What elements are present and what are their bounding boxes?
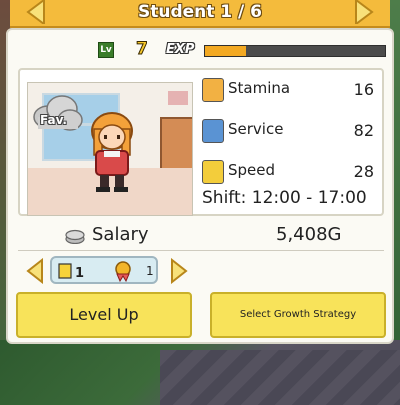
stat-value: 28: [353, 162, 374, 181]
student-card: Fav. Stamina 16 Service 82 Speed 28 Shif…: [18, 68, 384, 216]
background-road: [160, 350, 400, 405]
exp-bar-fill: [205, 46, 247, 56]
growth-strategy-button[interactable]: Select Growth Strategy: [210, 292, 386, 338]
stat-row-service: Service 82: [202, 117, 382, 145]
stat-label: Speed: [228, 161, 276, 179]
stat-row-stamina: Stamina 16: [202, 76, 382, 104]
badge-prev-arrow-icon[interactable]: [26, 258, 44, 284]
exp-bar: [204, 45, 386, 57]
level-icon: Lv: [98, 42, 114, 58]
student-panel: Lv 7 EXP Fav. Stamina 16 Service 82 Spee…: [6, 28, 394, 344]
header-title: Student 1 / 6: [137, 2, 263, 22]
exp-label: EXP: [166, 42, 195, 57]
stat-row-speed: Speed 28: [202, 158, 382, 186]
coins-icon: [65, 229, 85, 244]
stat-label: Service: [228, 120, 284, 138]
level-up-button[interactable]: Level Up: [16, 292, 192, 338]
salary-value: 5,408G: [276, 224, 342, 245]
student-character-sprite: [91, 112, 133, 192]
header-bar: Student 1 / 6: [10, 0, 390, 28]
stat-label: Stamina: [228, 79, 291, 97]
arrow-right-icon: [355, 0, 374, 24]
salary-row: Salary 5,408G: [18, 222, 384, 251]
badge-next-arrow-icon[interactable]: [170, 258, 188, 284]
speed-icon: [202, 160, 224, 184]
fav-label: Fav.: [40, 113, 67, 127]
ticket-icon: 1: [58, 263, 84, 280]
student-portrait: Fav.: [27, 82, 193, 216]
badge-box[interactable]: 1 1: [50, 256, 158, 284]
next-student-button[interactable]: [354, 0, 374, 24]
medal-count: 1: [146, 264, 154, 278]
salary-label: Salary: [92, 224, 149, 245]
ticket-label: 1: [75, 266, 84, 280]
level-value: 7: [136, 39, 149, 60]
shift-time: Shift: 12:00 - 17:00: [202, 188, 367, 208]
service-icon: [202, 119, 224, 143]
stat-value: 82: [353, 121, 374, 140]
medal-icon: [115, 261, 131, 282]
stamina-icon: [202, 78, 224, 102]
stat-value: 16: [353, 80, 374, 99]
